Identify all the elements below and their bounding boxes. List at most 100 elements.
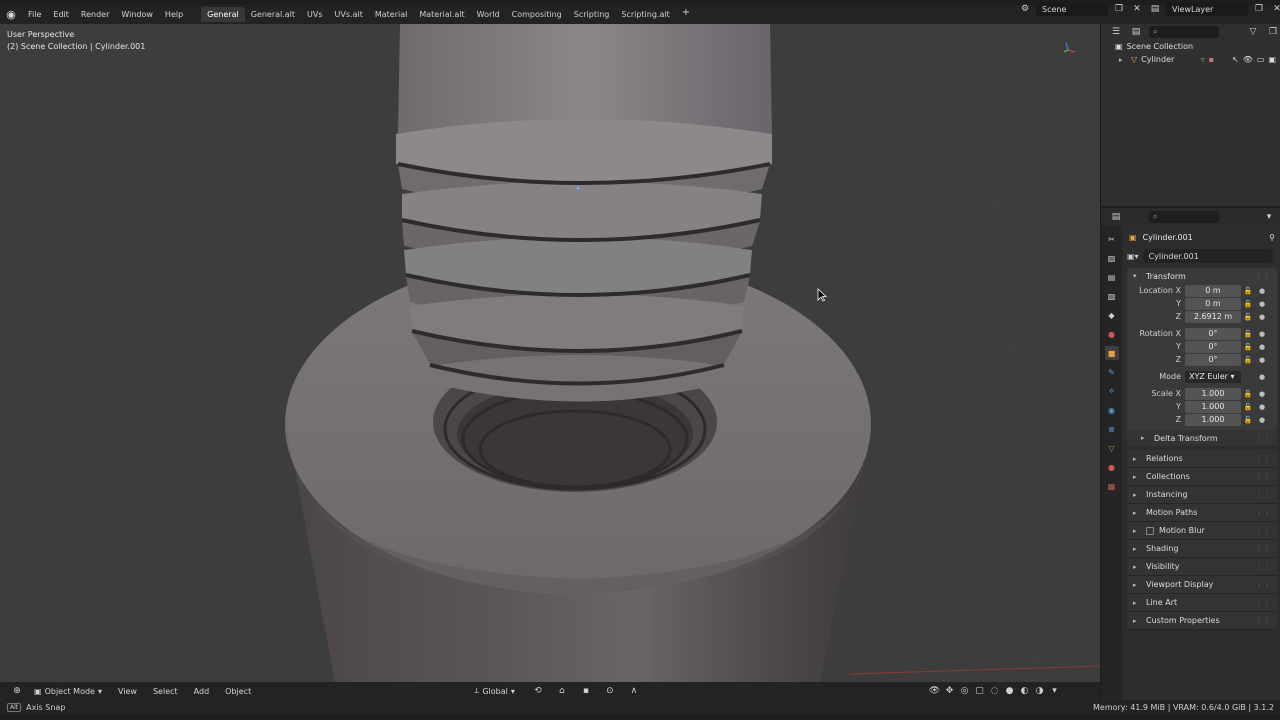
drag-handle-icon[interactable]: ⋮⋮ — [1255, 598, 1271, 607]
particles-tab-icon[interactable]: ⟡ — [1105, 384, 1119, 398]
delete-view-layer-icon[interactable]: ✕ — [1270, 2, 1280, 16]
lock-icon[interactable]: 🔓 — [1241, 356, 1255, 364]
editor-type-icon[interactable]: ⊕ — [10, 684, 24, 698]
navigation-gizmo-icon[interactable] — [1058, 40, 1078, 60]
transform-panel-header[interactable]: ▾ Transform ⋮⋮ — [1127, 268, 1277, 284]
world-tab-icon[interactable]: ● — [1105, 327, 1119, 341]
outliner-search-input[interactable]: ⌕ — [1149, 26, 1219, 38]
viewport-toggle-icon[interactable]: ▭ — [1257, 55, 1265, 64]
section-visibility[interactable]: ▸ Visibility ⋮⋮ — [1127, 558, 1277, 576]
tool-tab-icon[interactable]: ✂ — [1105, 232, 1119, 246]
view-layer-field[interactable]: ViewLayer — [1166, 2, 1248, 16]
menu-add[interactable]: Add — [188, 687, 216, 696]
tab-uvs-alt[interactable]: UVs.alt — [329, 7, 369, 22]
view-layer-icon[interactable]: ▤ — [1148, 2, 1162, 16]
menu-object[interactable]: Object — [219, 687, 257, 696]
menu-edit[interactable]: Edit — [47, 10, 75, 19]
data-tab-icon[interactable]: ▽ — [1105, 441, 1119, 455]
blender-logo-icon[interactable]: ◉ — [0, 5, 22, 24]
snap-target-icon[interactable]: ▪ — [579, 684, 593, 698]
falloff-icon[interactable]: ∧ — [627, 684, 641, 698]
lock-icon[interactable]: 🔓 — [1241, 313, 1255, 321]
object-name-field[interactable]: Cylinder.001 — [1142, 249, 1273, 263]
section-line-art[interactable]: ▸ Line Art ⋮⋮ — [1127, 594, 1277, 612]
delta-transform-subpanel[interactable]: ▸ Delta Transform ⋮⋮ — [1127, 430, 1277, 446]
tab-compositing[interactable]: Compositing — [506, 7, 568, 22]
pivot-point-icon[interactable]: ⟲ — [531, 684, 545, 698]
new-view-layer-icon[interactable]: ❐ — [1252, 2, 1266, 16]
keyframe-dot-icon[interactable]: ● — [1255, 356, 1269, 364]
rotation-x-field[interactable]: 0° — [1185, 327, 1241, 340]
lock-icon[interactable]: 🔓 — [1241, 343, 1255, 351]
filter-icon[interactable]: ▽ — [1246, 25, 1260, 39]
output-tab-icon[interactable]: ▤ — [1105, 270, 1119, 284]
scene-tab-icon[interactable]: ◆ — [1105, 308, 1119, 322]
section-shading[interactable]: ▸ Shading ⋮⋮ — [1127, 540, 1277, 558]
camera-icon[interactable]: ▣ — [1268, 55, 1276, 64]
drag-handle-icon[interactable]: ⋮⋮ — [1255, 454, 1271, 463]
section-relations[interactable]: ▸ Relations ⋮⋮ — [1127, 450, 1277, 468]
keyframe-dot-icon[interactable]: ● — [1255, 416, 1269, 424]
scale-z-field[interactable]: 1.000 — [1185, 413, 1241, 426]
outliner-row-cylinder[interactable]: ▸ ▽ Cylinder ▿ ▪ ↖ 👁 ▭ ▣ — [1101, 53, 1280, 66]
drag-handle-icon[interactable]: ⋮⋮ — [1255, 434, 1271, 443]
selectable-icon[interactable]: ↖ — [1232, 55, 1239, 64]
lock-icon[interactable]: 🔓 — [1241, 403, 1255, 411]
tab-general-alt[interactable]: General.alt — [245, 7, 301, 22]
keyframe-dot-icon[interactable]: ● — [1255, 373, 1269, 381]
shading-wireframe-icon[interactable]: ◌ — [988, 684, 1001, 698]
keyframe-dot-icon[interactable]: ● — [1255, 403, 1269, 411]
transform-orientation-dropdown[interactable]: ⟂ Global ▾ — [468, 686, 521, 696]
object-tab-icon[interactable]: ■ — [1104, 346, 1119, 360]
keyframe-dot-icon[interactable]: ● — [1255, 343, 1269, 351]
expand-chevron-icon[interactable]: ▸ — [1119, 56, 1127, 64]
scene-icon[interactable]: ⚙ — [1018, 2, 1032, 16]
properties-editor-icon[interactable]: ▤ — [1109, 210, 1123, 224]
drag-handle-icon[interactable]: ⋮⋮ — [1255, 490, 1271, 499]
rotation-mode-dropdown[interactable]: XYZ Euler ▾ — [1185, 370, 1241, 383]
keyframe-dot-icon[interactable]: ● — [1255, 330, 1269, 338]
proportional-edit-icon[interactable]: ⊙ — [603, 684, 617, 698]
gizmo-toggle-icon[interactable]: ✥ — [943, 684, 956, 698]
object-data-icon[interactable]: ▣▾ — [1127, 252, 1139, 261]
lock-icon[interactable]: 🔓 — [1241, 330, 1255, 338]
display-mode-icon[interactable]: ▤ — [1129, 25, 1143, 39]
lock-icon[interactable]: 🔓 — [1241, 390, 1255, 398]
motion-blur-checkbox[interactable] — [1146, 526, 1154, 535]
section-viewport-display[interactable]: ▸ Viewport Display ⋮⋮ — [1127, 576, 1277, 594]
texture-tab-icon[interactable]: ▦ — [1105, 479, 1119, 493]
tab-world[interactable]: World — [471, 7, 506, 22]
material-tab-icon[interactable]: ● — [1105, 460, 1119, 474]
tab-material-alt[interactable]: Material.alt — [413, 7, 470, 22]
section-instancing[interactable]: ▸ Instancing ⋮⋮ — [1127, 486, 1277, 504]
tab-material[interactable]: Material — [369, 7, 414, 22]
modifier-tab-icon[interactable]: ✎ — [1105, 365, 1119, 379]
shading-solid-icon[interactable]: ● — [1003, 684, 1016, 698]
location-x-field[interactable]: 0 m — [1185, 284, 1241, 297]
section-custom-properties[interactable]: ▸ Custom Properties ⋮⋮ — [1127, 612, 1277, 630]
section-collections[interactable]: ▸ Collections ⋮⋮ — [1127, 468, 1277, 486]
object-mode-dropdown[interactable]: ▣ Object Mode ▾ — [28, 687, 108, 696]
constraints-tab-icon[interactable]: ⊗ — [1105, 422, 1119, 436]
new-collection-icon[interactable]: ❐ — [1266, 25, 1280, 39]
drag-handle-icon[interactable]: ⋮⋮ — [1255, 616, 1271, 625]
outliner-row-scene-collection[interactable]: ▣ Scene Collection — [1101, 40, 1280, 53]
menu-render[interactable]: Render — [75, 10, 115, 19]
rotation-y-field[interactable]: 0° — [1185, 340, 1241, 353]
chevron-down-icon[interactable]: ▾ — [1262, 210, 1276, 224]
keyframe-dot-icon[interactable]: ● — [1255, 390, 1269, 398]
drag-handle-icon[interactable]: ⋮⋮ — [1255, 472, 1271, 481]
scale-y-field[interactable]: 1.000 — [1185, 400, 1241, 413]
location-z-field[interactable]: 2.6912 m — [1185, 310, 1241, 323]
view-layer-tab-icon[interactable]: ▧ — [1105, 289, 1119, 303]
physics-tab-icon[interactable]: ◉ — [1105, 403, 1119, 417]
lock-icon[interactable]: 🔓 — [1241, 287, 1255, 295]
menu-file[interactable]: File — [22, 10, 47, 19]
visibility-icon[interactable]: 👁 — [928, 684, 941, 698]
keyframe-dot-icon[interactable]: ● — [1255, 300, 1269, 308]
delete-scene-icon[interactable]: ✕ — [1130, 2, 1144, 16]
drag-handle-icon[interactable]: ⋮⋮ — [1255, 272, 1271, 281]
keyframe-dot-icon[interactable]: ● — [1255, 287, 1269, 295]
drag-handle-icon[interactable]: ⋮⋮ — [1255, 508, 1271, 517]
render-tab-icon[interactable]: ▨ — [1105, 251, 1119, 265]
